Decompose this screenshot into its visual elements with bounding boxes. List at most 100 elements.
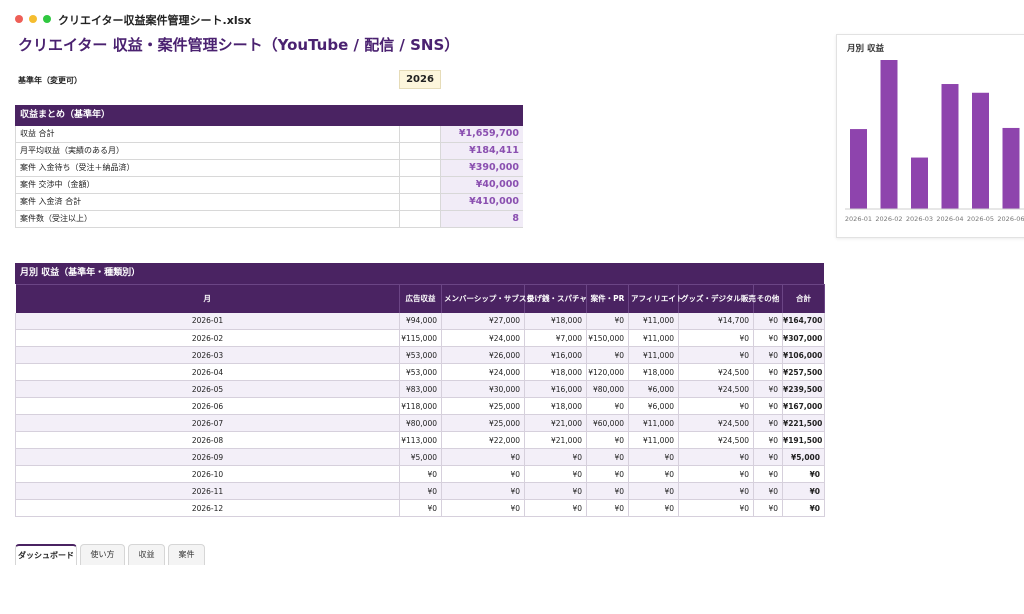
value-cell[interactable]: ¥0 [753,482,783,500]
value-cell[interactable]: ¥0 [753,499,783,517]
value-cell[interactable]: ¥53,000 [399,363,442,381]
summary-spacer-cell[interactable] [399,177,441,193]
value-cell[interactable]: ¥14,700 [678,312,754,330]
value-cell[interactable]: ¥6,000 [628,397,679,415]
value-cell[interactable]: ¥80,000 [586,380,629,398]
value-cell[interactable]: ¥0 [678,465,754,483]
value-cell[interactable]: ¥0 [678,499,754,517]
value-cell[interactable]: ¥0 [441,448,525,466]
month-cell[interactable]: 2026-04 [15,363,400,381]
value-cell[interactable]: ¥18,000 [628,363,679,381]
value-cell[interactable]: ¥0 [753,431,783,449]
value-cell[interactable]: ¥0 [628,499,679,517]
value-cell[interactable]: ¥25,000 [441,397,525,415]
month-cell[interactable]: 2026-06 [15,397,400,415]
value-cell[interactable]: ¥0 [524,448,587,466]
value-cell[interactable]: ¥0 [441,482,525,500]
value-cell[interactable]: ¥0 [678,482,754,500]
value-cell[interactable]: ¥0 [678,397,754,415]
total-cell[interactable]: ¥5,000 [782,448,825,466]
value-cell[interactable]: ¥113,000 [399,431,442,449]
sheet-tab[interactable]: ダッシュボード [15,544,77,565]
value-cell[interactable]: ¥24,000 [441,329,525,347]
column-header[interactable]: 案件・PR [586,284,629,313]
value-cell[interactable]: ¥18,000 [524,397,587,415]
value-cell[interactable]: ¥27,000 [441,312,525,330]
summary-value[interactable]: ¥40,000 [441,177,523,193]
value-cell[interactable]: ¥0 [753,397,783,415]
value-cell[interactable]: ¥0 [399,499,442,517]
value-cell[interactable]: ¥22,000 [441,431,525,449]
column-header[interactable]: 投げ銭・スパチャ [524,284,587,313]
value-cell[interactable]: ¥0 [586,397,629,415]
month-cell[interactable]: 2026-05 [15,380,400,398]
value-cell[interactable]: ¥0 [753,346,783,364]
summary-spacer-cell[interactable] [399,194,441,210]
maximize-window-button[interactable] [43,15,51,23]
month-cell[interactable]: 2026-07 [15,414,400,432]
value-cell[interactable]: ¥94,000 [399,312,442,330]
value-cell[interactable]: ¥83,000 [399,380,442,398]
value-cell[interactable]: ¥0 [753,448,783,466]
value-cell[interactable]: ¥30,000 [441,380,525,398]
column-header[interactable]: グッズ・デジタル販売 [678,284,756,313]
month-cell[interactable]: 2026-01 [15,312,400,330]
close-window-button[interactable] [15,15,23,23]
value-cell[interactable]: ¥18,000 [524,312,587,330]
value-cell[interactable]: ¥0 [628,448,679,466]
total-cell[interactable]: ¥239,500 [782,380,825,398]
value-cell[interactable]: ¥0 [586,482,629,500]
value-cell[interactable]: ¥6,000 [628,380,679,398]
value-cell[interactable]: ¥24,500 [678,414,754,432]
total-cell[interactable]: ¥191,500 [782,431,825,449]
value-cell[interactable]: ¥0 [753,414,783,432]
value-cell[interactable]: ¥16,000 [524,346,587,364]
value-cell[interactable]: ¥11,000 [628,431,679,449]
column-header[interactable]: メンバーシップ・サブスク [441,284,534,313]
value-cell[interactable]: ¥118,000 [399,397,442,415]
column-header[interactable]: 月 [15,284,400,313]
value-cell[interactable]: ¥0 [586,431,629,449]
base-year-input[interactable]: 2026 [399,70,441,89]
value-cell[interactable]: ¥21,000 [524,431,587,449]
summary-value[interactable]: 8 [441,211,523,227]
value-cell[interactable]: ¥24,500 [678,380,754,398]
value-cell[interactable]: ¥0 [753,363,783,381]
value-cell[interactable]: ¥53,000 [399,346,442,364]
value-cell[interactable]: ¥0 [399,465,442,483]
value-cell[interactable]: ¥150,000 [586,329,629,347]
value-cell[interactable]: ¥11,000 [628,346,679,364]
month-cell[interactable]: 2026-10 [15,465,400,483]
total-cell[interactable]: ¥221,500 [782,414,825,432]
value-cell[interactable]: ¥21,000 [524,414,587,432]
value-cell[interactable]: ¥0 [586,448,629,466]
value-cell[interactable]: ¥115,000 [399,329,442,347]
column-header[interactable]: アフィリエイト [628,284,683,313]
value-cell[interactable]: ¥0 [753,312,783,330]
value-cell[interactable]: ¥0 [586,346,629,364]
summary-value[interactable]: ¥390,000 [441,160,523,176]
summary-value[interactable]: ¥1,659,700 [441,126,523,142]
value-cell[interactable]: ¥24,000 [441,363,525,381]
value-cell[interactable]: ¥0 [399,482,442,500]
value-cell[interactable]: ¥11,000 [628,329,679,347]
summary-spacer-cell[interactable] [399,211,441,227]
month-cell[interactable]: 2026-08 [15,431,400,449]
total-cell[interactable]: ¥0 [782,465,825,483]
value-cell[interactable]: ¥0 [753,380,783,398]
value-cell[interactable]: ¥24,500 [678,363,754,381]
value-cell[interactable]: ¥24,500 [678,431,754,449]
total-cell[interactable]: ¥0 [782,482,825,500]
total-cell[interactable]: ¥0 [782,499,825,517]
value-cell[interactable]: ¥0 [524,482,587,500]
value-cell[interactable]: ¥0 [678,329,754,347]
total-cell[interactable]: ¥257,500 [782,363,825,381]
value-cell[interactable]: ¥0 [586,499,629,517]
value-cell[interactable]: ¥0 [524,499,587,517]
value-cell[interactable]: ¥0 [753,465,783,483]
month-cell[interactable]: 2026-12 [15,499,400,517]
summary-spacer-cell[interactable] [399,160,441,176]
month-cell[interactable]: 2026-02 [15,329,400,347]
value-cell[interactable]: ¥0 [441,499,525,517]
value-cell[interactable]: ¥0 [586,465,629,483]
